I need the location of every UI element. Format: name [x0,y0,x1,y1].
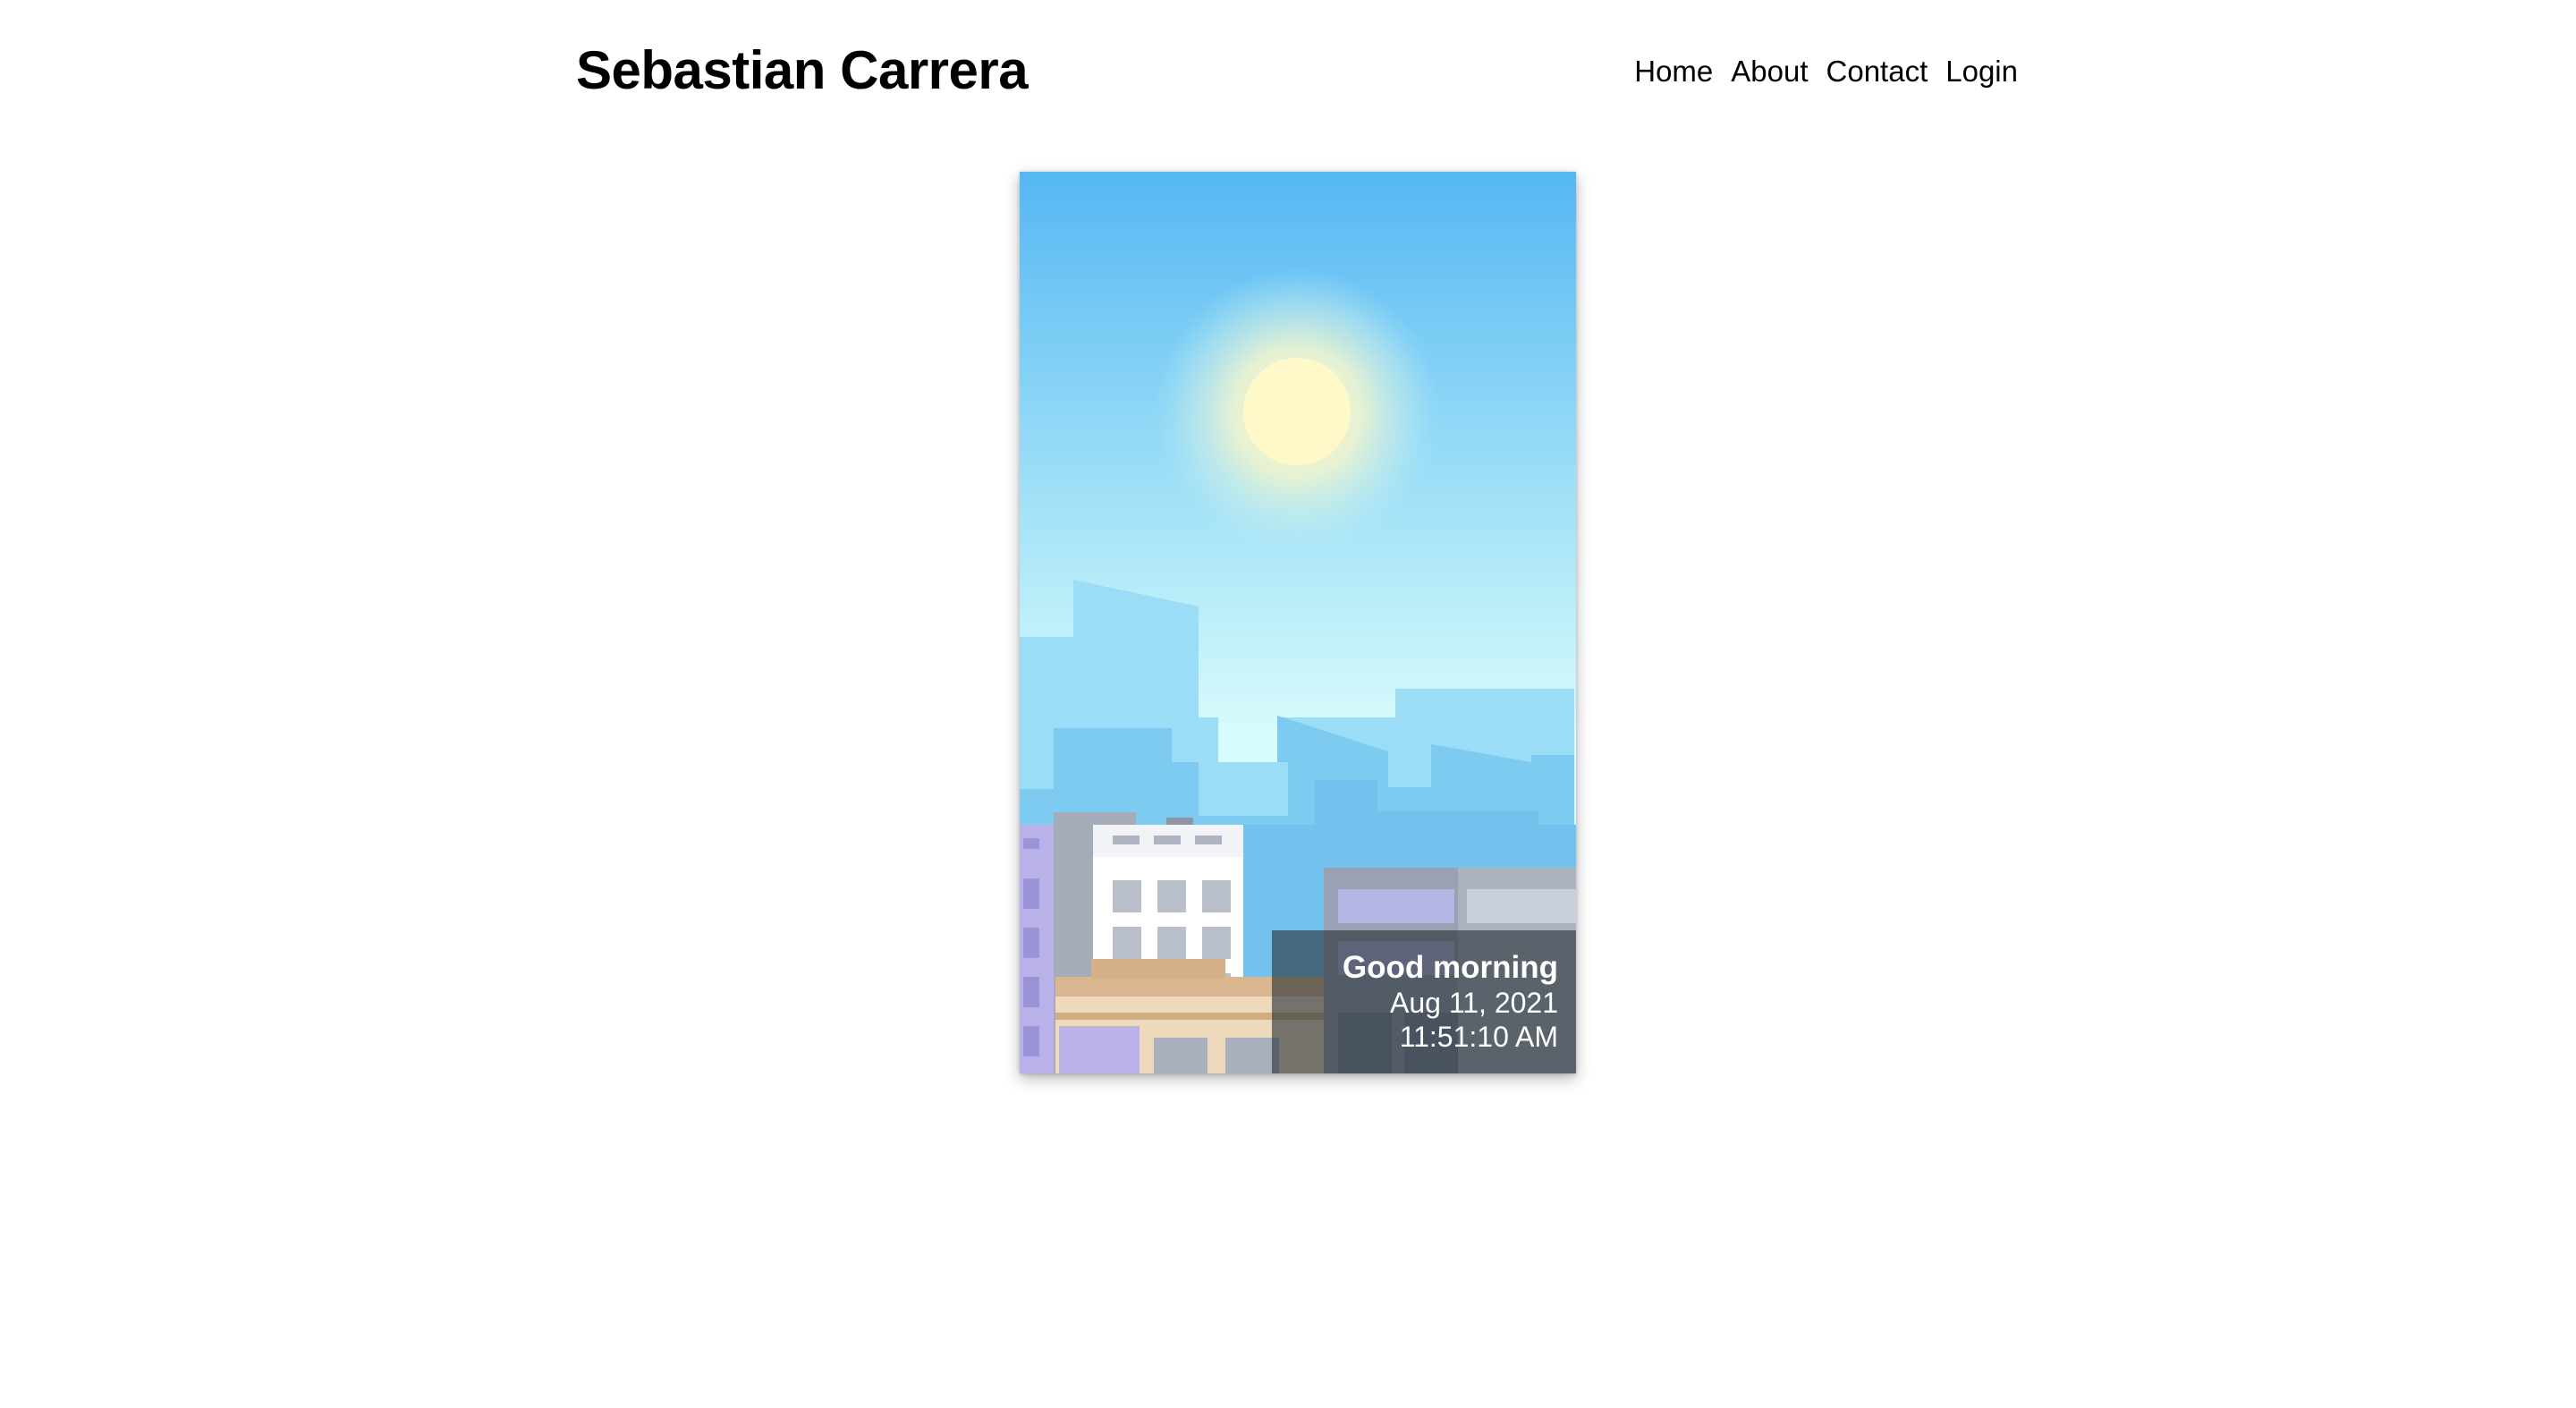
nav-home-link[interactable]: Home [1634,56,1713,86]
nav-contact-link[interactable]: Contact [1826,56,1928,86]
sun [1243,358,1351,465]
greeting-overlay: Good morning Aug 11, 2021 11:51:10 AM [1272,930,1576,1073]
site-title[interactable]: Sebastian Carrera [576,44,1029,98]
site-header: Sebastian Carrera Home About Contact Log… [576,30,2018,111]
greeting-text: Good morning [1342,950,1558,985]
main-nav: Home About Contact Login [1634,56,2018,86]
nav-about-link[interactable]: About [1731,56,1808,86]
date-text: Aug 11, 2021 [1389,987,1558,1019]
nav-login-link[interactable]: Login [1945,56,2018,86]
time-text: 11:51:10 AM [1399,1021,1558,1053]
page: Sebastian Carrera Home About Contact Log… [0,0,2576,1408]
greeting-card: Good morning Aug 11, 2021 11:51:10 AM [1020,172,1576,1073]
